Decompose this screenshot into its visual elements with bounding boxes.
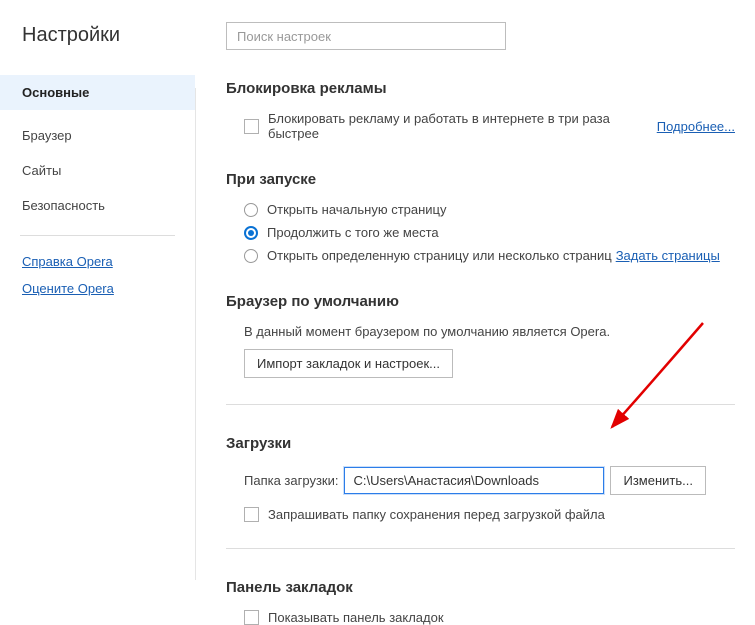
sidebar-item-sites[interactable]: Сайты — [0, 153, 195, 188]
section-divider-2 — [226, 548, 735, 549]
link-adblock-more[interactable]: Подробнее... — [657, 119, 735, 134]
settings-sidebar: Настройки Основные Браузер Сайты Безопас… — [0, 0, 195, 580]
label-startup-continue: Продолжить с того же места — [267, 225, 439, 240]
import-button[interactable]: Импорт закладок и настроек... — [244, 349, 453, 378]
change-folder-button[interactable]: Изменить... — [610, 466, 705, 495]
radio-startup-continue[interactable] — [244, 226, 258, 240]
label-show-bookmarks: Показывать панель закладок — [268, 610, 444, 625]
checkbox-block-ads[interactable] — [244, 119, 259, 134]
sidebar-link-help[interactable]: Справка Opera — [0, 248, 195, 275]
section-default-browser: Браузер по умолчанию В данный момент бра… — [226, 293, 735, 378]
sidebar-item-basic[interactable]: Основные — [0, 75, 195, 110]
section-startup: При запуске Открыть начальную страницу П… — [226, 171, 735, 263]
download-path-input[interactable] — [344, 467, 604, 494]
sidebar-item-browser[interactable]: Браузер — [0, 118, 195, 153]
section-title-downloads: Загрузки — [226, 435, 735, 452]
label-block-ads: Блокировать рекламу и работать в интерне… — [268, 111, 653, 141]
search-input[interactable] — [226, 22, 506, 50]
label-ask-folder: Запрашивать папку сохранения перед загру… — [268, 507, 605, 522]
sidebar-item-security[interactable]: Безопасность — [0, 188, 195, 223]
radio-startup-pages[interactable] — [244, 249, 258, 263]
sidebar-link-rate[interactable]: Оцените Opera — [0, 275, 195, 302]
checkbox-ask-folder[interactable] — [244, 507, 259, 522]
page-title: Настройки — [0, 18, 195, 75]
section-bookmarks: Панель закладок Показывать панель заклад… — [226, 579, 735, 625]
default-browser-desc: В данный момент браузером по умолчанию я… — [244, 324, 735, 339]
section-divider — [226, 404, 735, 405]
label-startup-homepage: Открыть начальную страницу — [267, 202, 447, 217]
download-folder-label: Папка загрузки: — [244, 473, 338, 488]
section-title-startup: При запуске — [226, 171, 735, 188]
section-downloads: Загрузки Папка загрузки: Изменить... Зап… — [226, 435, 735, 522]
section-adblock: Блокировка рекламы Блокировать рекламу и… — [226, 80, 735, 141]
label-startup-pages: Открыть определенную страницу или нескол… — [267, 248, 612, 263]
section-title-default-browser: Браузер по умолчанию — [226, 293, 735, 310]
sidebar-divider — [20, 235, 175, 236]
section-title-bookmarks: Панель закладок — [226, 579, 735, 596]
section-title-adblock: Блокировка рекламы — [226, 80, 735, 97]
radio-startup-homepage[interactable] — [244, 203, 258, 217]
link-set-pages[interactable]: Задать страницы — [616, 248, 720, 263]
settings-content: Блокировка рекламы Блокировать рекламу и… — [196, 0, 755, 580]
checkbox-show-bookmarks[interactable] — [244, 610, 259, 625]
